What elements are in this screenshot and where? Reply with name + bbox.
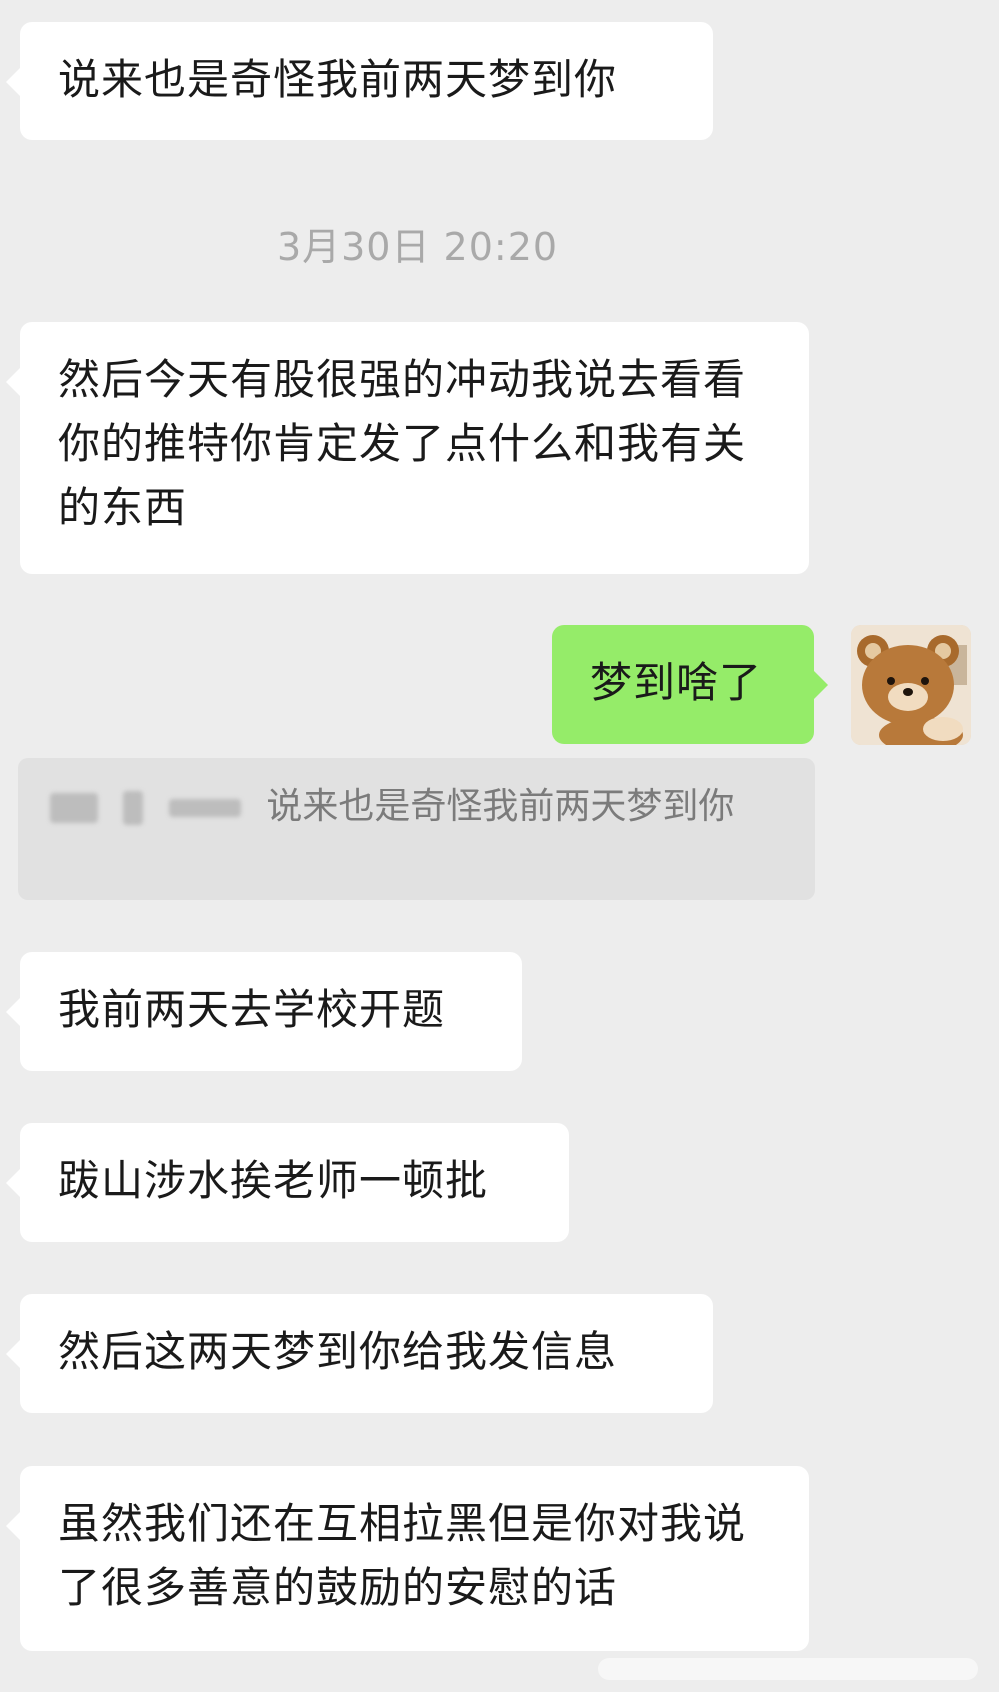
message-text: 梦到啥了 [590,658,763,707]
message-bubble-incoming[interactable]: 虽然我们还在互相拉黑但是你对我说了很多善意的鼓励的安慰的话 [6,1466,809,1651]
message-bubble-incoming[interactable]: 然后今天有股很强的冲动我说去看看你的推特你肯定发了点什么和我有关的东西 [6,322,809,574]
watermark [598,1658,978,1680]
timestamp: 3月30日 20:20 [276,225,559,269]
message-bubble-incoming[interactable]: 说来也是奇怪我前两天梦到你 [6,22,713,140]
blurred-name [168,799,241,817]
message-bubble-outgoing[interactable]: 梦到啥了 [552,625,828,744]
message-text: 虽然我们还在互相拉黑但是你对我说了很多善意的鼓励的安慰的话 [58,1499,747,1612]
blurred-name [123,791,144,825]
message-bubble-incoming[interactable]: 然后这两天梦到你给我发信息 [6,1294,713,1413]
message-text: 说来也是奇怪我前两天梦到你 [58,55,618,104]
message-text: 跋山涉水挨老师一顿批 [58,1156,489,1205]
message-text: 我前两天去学校开题 [58,985,446,1034]
message-text: 然后今天有股很强的冲动我说去看看你的推特你肯定发了点什么和我有关的东西 [58,355,747,532]
message-text: 然后这两天梦到你给我发信息 [58,1327,618,1376]
bear-avatar-icon[interactable] [851,625,971,745]
quoted-message[interactable]: 说来也是奇怪我前两天梦到你 [18,758,815,900]
message-bubble-incoming[interactable]: 我前两天去学校开题 [6,952,522,1071]
bear-avatar-image [851,625,971,745]
message-bubble-incoming[interactable]: 跋山涉水挨老师一顿批 [6,1123,569,1242]
blurred-name [50,793,98,823]
quote-text: 说来也是奇怪我前两天梦到你 [266,786,735,827]
